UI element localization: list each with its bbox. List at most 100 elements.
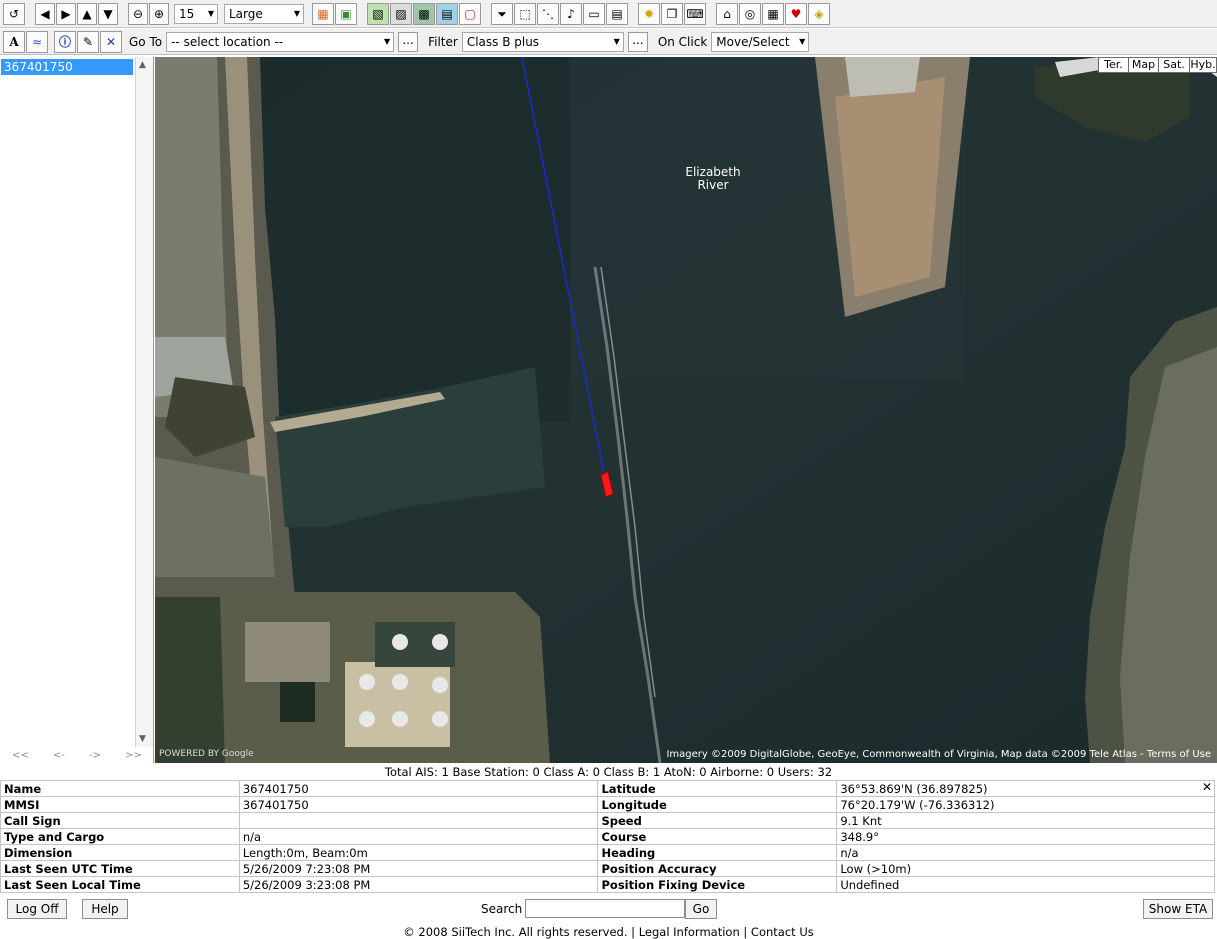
vessel-list-scrollbar[interactable]: ▲ ▼ bbox=[135, 57, 153, 747]
detail-value: 5/26/2009 7:23:08 PM bbox=[238, 860, 599, 877]
pager-last[interactable]: >> bbox=[125, 750, 142, 764]
detail-value: Low (>10m) bbox=[836, 860, 1215, 877]
bottom-bar: Log Off Help Search Go Show ETA bbox=[0, 897, 1217, 921]
route-icon[interactable]: ⋱ bbox=[537, 2, 559, 25]
pager-next[interactable]: -> bbox=[89, 750, 101, 764]
scroll-down-icon[interactable]: ▼ bbox=[139, 734, 146, 744]
list-pager: << <- -> >> bbox=[0, 750, 154, 764]
pan-right-icon[interactable]: ▶ bbox=[56, 2, 76, 25]
detail-value: 367401750 bbox=[238, 780, 599, 797]
goto-location-select[interactable]: -- select location -- ▼ bbox=[166, 31, 395, 52]
warning-icon[interactable]: ◈ bbox=[808, 2, 830, 25]
satellite-imagery bbox=[155, 57, 1217, 763]
map-type-map[interactable]: Map bbox=[1128, 57, 1159, 73]
clear-icon[interactable]: ✕ bbox=[100, 30, 122, 53]
filter-icon[interactable]: ⏷ bbox=[491, 2, 513, 25]
icon-size-value: Large bbox=[229, 6, 263, 21]
chevron-down-icon: ▼ bbox=[799, 36, 806, 46]
map-type-satellite[interactable]: Sat. bbox=[1158, 57, 1190, 73]
refresh-icon[interactable]: ↺ bbox=[3, 2, 25, 25]
detail-value: 348.9° bbox=[836, 828, 1215, 845]
vessel-list-item[interactable]: 367401750 bbox=[1, 59, 133, 75]
detail-key: Position Fixing Device bbox=[597, 876, 838, 893]
detail-key: Call Sign bbox=[0, 812, 240, 829]
filter-label: Filter bbox=[428, 34, 458, 49]
select-area-icon[interactable]: ⬚ bbox=[514, 2, 536, 25]
log-off-button[interactable]: Log Off bbox=[7, 899, 67, 919]
search-input[interactable] bbox=[525, 899, 685, 918]
map-layer-road-icon[interactable]: ▨ bbox=[390, 2, 412, 25]
chevron-down-icon: ▼ bbox=[207, 8, 214, 18]
goto-label: Go To bbox=[129, 34, 163, 49]
detail-key: Latitude bbox=[597, 780, 838, 797]
onclick-value: Move/Select bbox=[716, 34, 790, 49]
show-eta-button[interactable]: Show ETA bbox=[1143, 899, 1213, 919]
map-layer-satellite-icon[interactable]: ▩ bbox=[413, 2, 435, 25]
zoom-in-icon[interactable]: ⊕ bbox=[149, 2, 169, 25]
zoom-level-select[interactable]: 15 ▼ bbox=[174, 3, 218, 24]
zoom-out-icon[interactable]: ⊖ bbox=[128, 2, 148, 25]
info-icon[interactable]: ⓘ bbox=[54, 30, 76, 53]
google-maps-icon[interactable]: ▣ bbox=[335, 2, 357, 25]
pan-down-icon[interactable]: ▼ bbox=[98, 2, 118, 25]
home-icon[interactable]: ⌂ bbox=[716, 2, 738, 25]
icon-size-select[interactable]: Large ▼ bbox=[224, 3, 304, 24]
go-button[interactable]: Go bbox=[685, 899, 717, 919]
help-button[interactable]: Help bbox=[82, 899, 128, 919]
detail-key: Dimension bbox=[0, 844, 240, 861]
detail-key: Longitude bbox=[597, 796, 838, 813]
ais-statistics: Total AIS: 1 Base Station: 0 Class A: 0 … bbox=[384, 765, 833, 779]
pager-first[interactable]: << bbox=[12, 750, 29, 764]
text-label-icon[interactable]: A bbox=[3, 30, 25, 53]
detail-row: Last Seen Local Time 5/26/2009 3:23:08 PM… bbox=[0, 876, 1215, 893]
report-icon[interactable]: ▤ bbox=[606, 2, 628, 25]
pan-up-icon[interactable]: ▲ bbox=[77, 2, 97, 25]
pager-prev[interactable]: <- bbox=[53, 750, 65, 764]
detail-value: n/a bbox=[238, 828, 599, 845]
vessel-details-table: Name 367401750 Latitude 36°53.869'N (36.897… bbox=[0, 780, 1215, 893]
detail-value: Length:0m, Beam:0m bbox=[238, 844, 599, 861]
keyboard-icon[interactable]: ⌨ bbox=[684, 2, 706, 25]
goto-more-button[interactable]: ... bbox=[398, 31, 419, 52]
detail-row: MMSI 367401750 Longitude 76°20.179'W (-76.3… bbox=[0, 796, 1215, 813]
measure-icon[interactable]: ✎ bbox=[77, 30, 99, 53]
alarm-bell-icon[interactable]: ♪ bbox=[560, 2, 582, 25]
detail-row: Dimension Length:0m, Beam:0m Heading n/a bbox=[0, 844, 1215, 861]
detail-row: Call Sign Speed 9.1 Knt bbox=[0, 812, 1215, 829]
globe-icon[interactable]: ◎ bbox=[739, 2, 761, 25]
chevron-down-icon: ▼ bbox=[383, 36, 391, 46]
map-type-terrain[interactable]: Ter. bbox=[1098, 57, 1129, 73]
detail-key: Name bbox=[0, 780, 240, 797]
overlay-icon[interactable]: ▢ bbox=[459, 2, 481, 25]
copy-icon[interactable]: ❐ bbox=[661, 2, 683, 25]
highlight-icon[interactable]: ✸ bbox=[638, 2, 660, 25]
onclick-select[interactable]: Move/Select ▼ bbox=[711, 31, 810, 52]
satellite-map[interactable]: Elizabeth River Ter. Map Sat. Hyb. POWER… bbox=[155, 57, 1217, 763]
photo-icon[interactable]: ▦ bbox=[762, 2, 784, 25]
scroll-up-icon[interactable]: ▲ bbox=[139, 60, 146, 70]
main-toolbar: ↺ ◀ ▶ ▲ ▼ ⊖ ⊕ 15 ▼ Large ▼ ▦ ▣ ▧ ▨ ▩ ▤ ▢… bbox=[0, 0, 1217, 28]
close-icon[interactable]: ✕ bbox=[1200, 781, 1214, 795]
detail-value: 36°53.869'N (36.897825) bbox=[836, 780, 1215, 797]
pan-left-icon[interactable]: ◀ bbox=[35, 2, 55, 25]
detail-value: 76°20.179'W (-76.336312) bbox=[836, 796, 1215, 813]
detail-value: Undefined bbox=[836, 876, 1215, 893]
detail-row: Type and Cargo n/a Course 348.9° bbox=[0, 828, 1215, 845]
detail-key: MMSI bbox=[0, 796, 240, 813]
detail-row: Last Seen UTC Time 5/26/2009 7:23:08 PM Po… bbox=[0, 860, 1215, 877]
windows-live-icon[interactable]: ▦ bbox=[312, 2, 334, 25]
track-icon[interactable]: ≈ bbox=[26, 30, 48, 53]
map-layer-terrain-icon[interactable]: ▧ bbox=[367, 2, 389, 25]
filter-more-button[interactable]: ... bbox=[627, 31, 648, 52]
zoom-level-value: 15 bbox=[179, 6, 195, 21]
marker-icon[interactable]: ♥ bbox=[785, 2, 807, 25]
map-layer-hybrid-icon[interactable]: ▤ bbox=[436, 2, 458, 25]
chevron-down-icon: ▼ bbox=[293, 8, 300, 18]
detail-key: Last Seen UTC Time bbox=[0, 860, 240, 877]
map-type-hybrid[interactable]: Hyb. bbox=[1189, 57, 1217, 73]
google-logo: POWERED BY Google bbox=[159, 749, 254, 759]
filter-select[interactable]: Class B plus ▼ bbox=[461, 31, 624, 52]
detail-value: 9.1 Knt bbox=[836, 812, 1215, 829]
secondary-toolbar: A ≈ ⓘ ✎ ✕ Go To -- select location -- ▼ … bbox=[0, 29, 1217, 55]
monitor-icon[interactable]: ▭ bbox=[583, 2, 605, 25]
